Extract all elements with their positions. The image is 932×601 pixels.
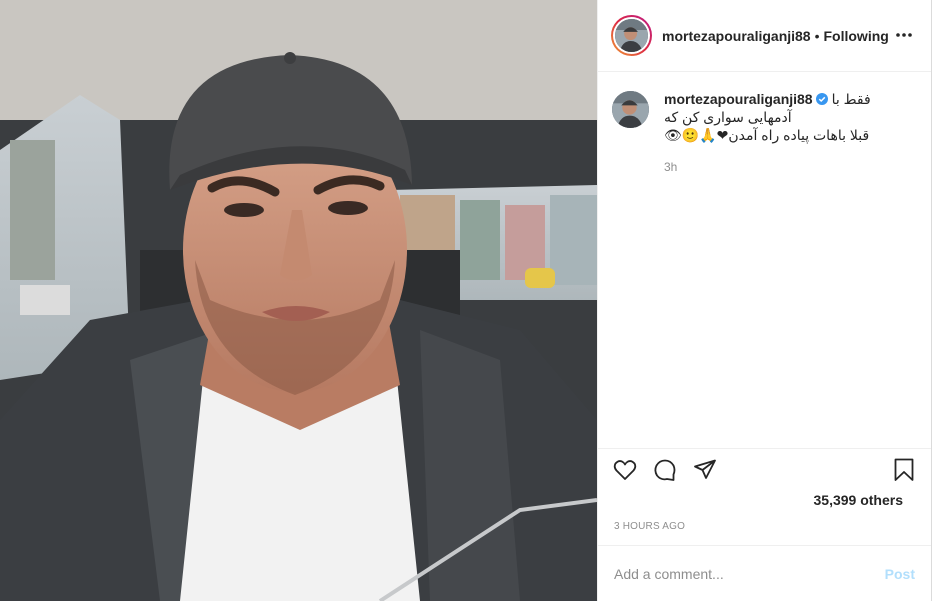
share-button[interactable] (692, 457, 718, 483)
bookmark-icon (894, 458, 914, 481)
verified-badge-icon (815, 93, 828, 105)
header-separator: • (814, 27, 820, 44)
caption-username-link[interactable]: mortezapouraliganji88 (664, 90, 813, 108)
following-button[interactable]: Following (824, 28, 889, 44)
header-username-link[interactable]: mortezapouraliganji88 (662, 28, 811, 44)
caption-body: mortezapouraliganji88 فقط با آدمهایی سوا… (664, 90, 915, 174)
save-button[interactable] (891, 457, 917, 483)
header-avatar[interactable] (611, 15, 652, 56)
avatar-picture (612, 91, 649, 128)
more-horizontal-icon (896, 33, 912, 37)
posted-time[interactable]: 3 HOURS AGO (614, 521, 685, 532)
post-side-panel: mortezapouraliganji88 • Following mortez… (597, 0, 932, 601)
caption-avatar-image (612, 91, 649, 128)
post-header: mortezapouraliganji88 • Following (598, 0, 931, 72)
more-options-button[interactable] (893, 24, 915, 46)
caption-text-line-3: قبلا باهات پیاده راه آمدن (728, 127, 870, 143)
avatar-picture (615, 19, 648, 52)
likes-count[interactable]: 35,399 others (814, 492, 904, 508)
post-photo[interactable] (0, 0, 597, 601)
post-actions-bar (598, 448, 931, 488)
comment-button[interactable] (652, 457, 678, 483)
instagram-post-dialog: mortezapouraliganji88 • Following mortez… (0, 0, 932, 601)
caption-text-line-1: فقط با (831, 91, 871, 107)
like-button[interactable] (612, 457, 638, 483)
avatar-image (615, 19, 648, 52)
send-icon (694, 459, 716, 479)
caption-emojis: 👁🙂🙏❤ (664, 127, 729, 143)
add-comment-row: Post (598, 545, 931, 601)
caption-avatar[interactable] (611, 90, 650, 129)
comment-input[interactable] (614, 565, 885, 582)
selfie-illustration (0, 0, 597, 601)
caption-text-line-2: آدمهایی سواری کن که (664, 109, 792, 125)
heart-icon (613, 460, 637, 480)
post-caption: mortezapouraliganji88 فقط با آدمهایی سوا… (611, 90, 915, 174)
caption-timestamp[interactable]: 3h (664, 160, 915, 174)
comment-icon (654, 459, 676, 481)
post-comment-button[interactable]: Post (885, 566, 915, 582)
